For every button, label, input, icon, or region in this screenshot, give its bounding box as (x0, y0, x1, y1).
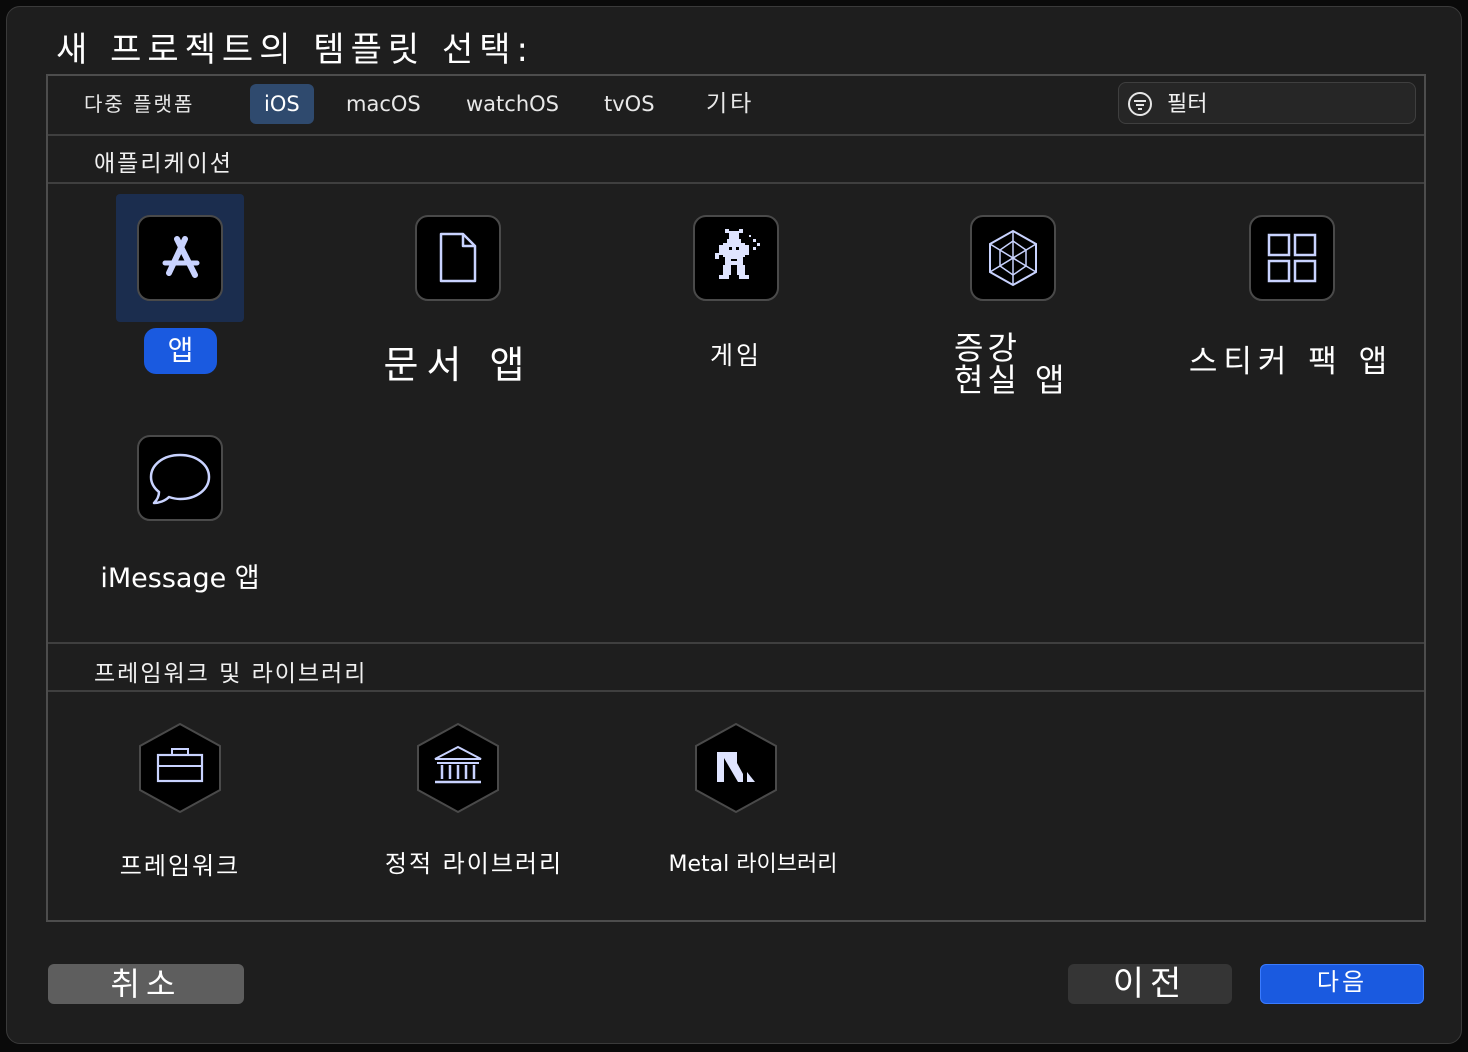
static-library-tile (415, 722, 501, 814)
static-library-label: 정적 라이브러리 (384, 850, 564, 878)
imessage-tile (137, 435, 223, 521)
ar-app-label: 증강 현실 앱 (954, 332, 1069, 396)
tab-multiplatform[interactable]: 다중 플랫폼 (70, 84, 208, 124)
ar-app-tile (970, 215, 1056, 301)
sticker-pack-tile (1249, 215, 1335, 301)
next-button[interactable]: 다음 (1260, 964, 1424, 1004)
app-store-icon (162, 236, 200, 278)
document-app-label: 문서 앱 (383, 343, 533, 387)
ar-app-label-line2: 현실 앱 (954, 361, 1069, 399)
applications-section-header: 애플리케이션 (48, 134, 1424, 184)
game-label: 게임 (709, 341, 762, 370)
dialog-title: 새 프로젝트의 템플릿 선택: (56, 30, 534, 70)
framework-tile (137, 722, 223, 814)
tab-watchos[interactable]: watchOS (452, 84, 573, 124)
metal-library-label: Metal 라이브러리 (668, 852, 838, 877)
ar-cube-icon (989, 229, 1037, 287)
game-sprite-icon (715, 229, 760, 279)
tab-tvos[interactable]: tvOS (590, 84, 669, 124)
metal-icon (695, 722, 777, 814)
game-tile (693, 215, 779, 301)
metal-library-tile (693, 722, 779, 814)
applications-section-title: 애플리케이션 (94, 151, 233, 177)
frameworks-section-title: 프레임워크 및 라이브러리 (94, 661, 368, 687)
cancel-button[interactable]: 취소 (48, 964, 244, 1004)
filter-input[interactable] (1165, 87, 1409, 121)
document-icon (439, 232, 477, 283)
document-app-tile (415, 215, 501, 301)
tab-other[interactable]: 기타 (692, 84, 768, 124)
previous-button[interactable]: 이전 (1068, 964, 1232, 1004)
library-building-icon (417, 722, 499, 814)
frameworks-section-header: 프레임워크 및 라이브러리 (48, 642, 1424, 692)
platform-tab-bar: 다중 플랫폼 iOS macOS watchOS tvOS 기타 (48, 76, 1424, 136)
tab-ios[interactable]: iOS (250, 84, 314, 124)
message-bubble-icon (149, 453, 211, 505)
grid-icon (1267, 233, 1317, 283)
sticker-pack-label: 스티커 팩 앱 (1188, 344, 1394, 380)
tab-macos[interactable]: macOS (332, 84, 435, 124)
ar-app-label-line1: 증강 (954, 329, 1021, 367)
imessage-label: iMessage 앱 (100, 563, 260, 594)
filter-field[interactable] (1118, 82, 1416, 124)
filter-icon (1128, 92, 1152, 116)
toolbox-icon (139, 722, 221, 814)
framework-label: 프레임워크 (119, 852, 241, 880)
app-label: 앱 (144, 328, 217, 374)
app-tile (137, 215, 223, 301)
